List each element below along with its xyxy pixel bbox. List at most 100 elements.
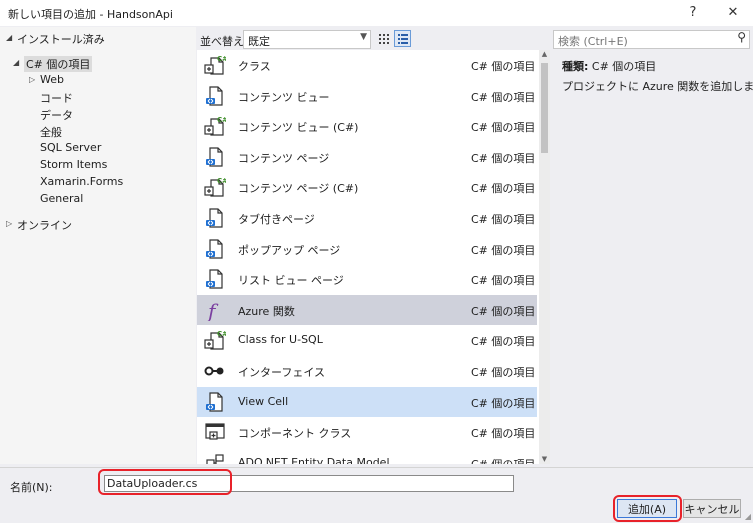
template-category: C# 個の項目 [471, 305, 536, 318]
template-row[interactable]: ADO.NET Entity Data Model C# 個の項目 [197, 448, 537, 464]
search-input[interactable]: 検索 (Ctrl+E) ⚲ [553, 30, 750, 49]
type-value: C# 個の項目 [591, 60, 657, 73]
xaml-page-icon [204, 207, 226, 229]
template-row[interactable]: コンテンツ ページ C# 個の項目 [197, 142, 537, 172]
collapsed-arrow-icon[interactable]: ▷ [29, 75, 35, 84]
list-view-button[interactable] [394, 30, 411, 47]
name-highlight-annotation [98, 469, 232, 495]
xaml-page-icon [204, 391, 226, 413]
template-name: Class for U-SQL [238, 333, 323, 346]
template-name: タブ付きページ [238, 213, 315, 226]
type-line: 種類: C# 個の項目 [562, 58, 656, 74]
xaml-page-icon [204, 268, 226, 290]
tree-item-code[interactable]: コード [40, 90, 73, 106]
template-name: コンポーネント クラス [238, 427, 352, 440]
tree-item-general[interactable]: General [40, 192, 83, 205]
xaml-page-icon [204, 146, 226, 168]
template-category: C# 個の項目 [471, 397, 536, 410]
template-name: コンテンツ ページ (C#) [238, 182, 359, 195]
template-name: コンテンツ ページ [238, 152, 330, 165]
template-category: C# 個の項目 [471, 91, 536, 104]
svg-text:C#: C# [217, 55, 226, 63]
search-placeholder: 検索 (Ctrl+E) [558, 35, 628, 48]
scroll-up-icon[interactable]: ▲ [539, 50, 550, 61]
template-row[interactable]: コンポーネント クラス C# 個の項目 [197, 417, 537, 447]
cs-class-icon: C# [204, 329, 228, 351]
template-row[interactable]: f Azure 関数 C# 個の項目 [197, 295, 537, 325]
description: プロジェクトに Azure 関数を追加します。 [562, 80, 753, 93]
add-highlight-annotation [613, 495, 682, 522]
tree-item-web[interactable]: Web [40, 73, 64, 86]
tree-item-general-jp[interactable]: 全般 [40, 124, 62, 140]
list-view-icon [398, 34, 408, 44]
template-name: コンテンツ ビュー [238, 91, 330, 104]
template-row[interactable]: C# クラス C# 個の項目 [197, 50, 537, 80]
cancel-button[interactable]: キャンセル [683, 499, 741, 518]
chevron-down-icon: ▼ [360, 32, 367, 42]
svg-text:f: f [206, 299, 219, 321]
scroll-thumb[interactable] [541, 63, 548, 153]
template-row[interactable]: ポップアップ ページ C# 個の項目 [197, 234, 537, 264]
tree-item-data[interactable]: データ [40, 107, 73, 123]
component-class-icon [204, 421, 226, 443]
template-row[interactable]: C# コンテンツ ビュー (C#) C# 個の項目 [197, 111, 537, 141]
sort-dropdown[interactable]: 既定 ▼ [243, 30, 371, 49]
template-row[interactable]: View Cell C# 個の項目 [197, 387, 537, 417]
tree-item-storm-items[interactable]: Storm Items [40, 158, 107, 171]
cs-class-icon: C# [204, 176, 228, 198]
cs-class-icon: C# [204, 115, 228, 137]
tree-item-xamarin-forms[interactable]: Xamarin.Forms [40, 175, 123, 188]
scroll-down-icon[interactable]: ▼ [539, 455, 550, 464]
template-name: インターフェイス [238, 366, 326, 379]
entity-model-icon [204, 452, 226, 464]
svg-text:C#: C# [217, 116, 226, 124]
window-title: 新しい項目の追加 - HandsonApi [8, 8, 173, 21]
template-category: C# 個の項目 [471, 121, 536, 134]
interface-icon [204, 360, 226, 382]
template-name: Azure 関数 [238, 305, 295, 318]
name-label: 名前(N): [10, 481, 53, 494]
template-list: C#クラスC# 個の項目コンテンツ ビューC# 個の項目C#コンテンツ ビュー … [197, 50, 539, 464]
template-category: C# 個の項目 [471, 456, 535, 464]
template-category: C# 個の項目 [471, 182, 536, 195]
sort-value: 既定 [248, 35, 270, 48]
grid-view-button[interactable] [375, 30, 392, 47]
search-icon[interactable]: ⚲ [737, 30, 746, 44]
tree-online[interactable]: オンライン [17, 217, 72, 233]
tree-item-csharp-items[interactable]: C# 個の項目 [24, 56, 93, 72]
grid-view-icon [379, 34, 389, 44]
azure-function-icon: f [204, 299, 226, 323]
template-name: リスト ビュー ページ [238, 274, 344, 287]
template-category: C# 個の項目 [471, 427, 536, 440]
template-category: C# 個の項目 [471, 366, 536, 379]
template-name: View Cell [238, 395, 289, 408]
type-label: 種類: [562, 60, 589, 73]
template-row[interactable]: C# Class for U-SQL C# 個の項目 [197, 325, 537, 355]
resize-grip-icon[interactable]: ◢ [745, 512, 751, 521]
template-row[interactable]: リスト ビュー ページ C# 個の項目 [197, 264, 537, 294]
template-row[interactable]: コンテンツ ビュー C# 個の項目 [197, 81, 537, 111]
help-button[interactable]: ? [678, 0, 708, 26]
template-row[interactable]: インターフェイス C# 個の項目 [197, 356, 537, 386]
template-category: C# 個の項目 [471, 152, 536, 165]
template-name: ADO.NET Entity Data Model [238, 456, 390, 464]
close-button[interactable]: ✕ [718, 0, 748, 26]
expanded-arrow-icon[interactable]: ◢ [13, 58, 19, 67]
tree-item-sql-server[interactable]: SQL Server [40, 141, 101, 154]
tree-installed[interactable]: インストール済み [17, 31, 105, 47]
cs-class-icon: C# [204, 54, 228, 76]
template-category: C# 個の項目 [471, 213, 536, 226]
svg-text:C#: C# [217, 177, 226, 185]
svg-text:C#: C# [217, 330, 226, 338]
category-tree: ◢ インストール済み ◢ C# 個の項目 ▷ Web コード データ 全般 SQ… [0, 27, 196, 464]
xaml-page-icon [204, 85, 226, 107]
template-category: C# 個の項目 [471, 60, 536, 73]
template-name: クラス [238, 60, 271, 73]
template-name: コンテンツ ビュー (C#) [238, 121, 359, 134]
collapsed-arrow-icon[interactable]: ▷ [6, 219, 12, 228]
expanded-arrow-icon[interactable]: ◢ [6, 33, 12, 42]
template-row[interactable]: C# コンテンツ ページ (C#) C# 個の項目 [197, 172, 537, 202]
template-row[interactable]: タブ付きページ C# 個の項目 [197, 203, 537, 233]
sort-label: 並べ替え: [200, 35, 248, 48]
divider [0, 467, 753, 468]
